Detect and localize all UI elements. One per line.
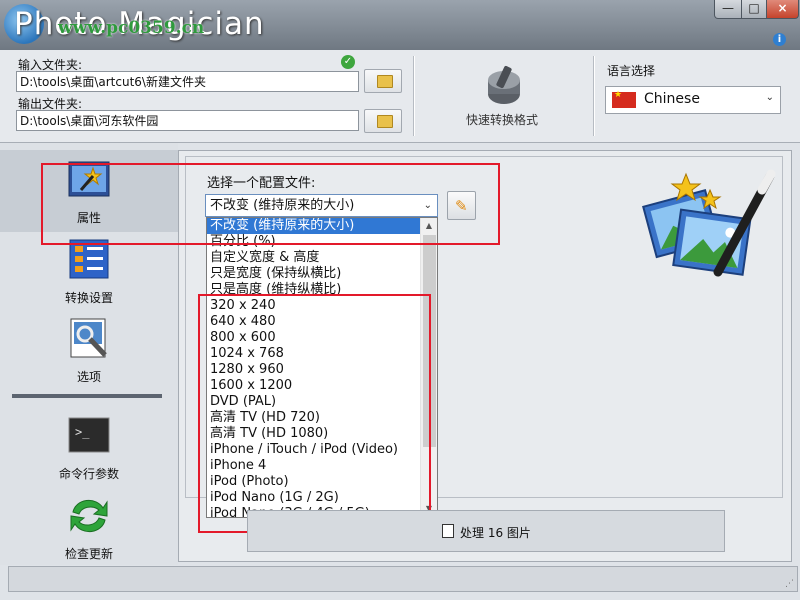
folder-icon [377,115,393,128]
check-update-icon [70,499,108,533]
maximize-button[interactable]: □ [741,0,767,19]
language-value: Chinese [644,91,700,107]
divider [593,56,595,136]
options-magnifier-icon [70,318,107,358]
sidebar-item-label: 转换设置 [64,291,113,305]
process-icon [442,524,454,538]
browse-output-folder-button[interactable] [364,109,402,133]
quick-convert-label[interactable]: 快速转换格式 [466,111,538,128]
close-button[interactable]: × [766,0,799,19]
sidebar-item-check-update[interactable]: 检查更新 [0,494,178,562]
list-item[interactable]: 只是宽度 (保持纵横比) [207,266,423,282]
quick-convert-icon[interactable] [482,64,526,108]
process-images-button[interactable]: 处理 16 图片 [247,510,725,552]
help-info-icon[interactable]: i [773,33,786,46]
photo-magic-wand-icon [642,169,776,277]
sidebar-item-options[interactable]: 选项 [0,317,178,385]
language-label: 语言选择 [607,64,656,78]
browse-input-folder-button[interactable] [364,69,402,93]
resize-grip-icon[interactable]: ⋰ [785,579,794,589]
watermark-text: www.pc0359.cn [58,18,205,38]
divider [413,56,415,136]
minimize-button[interactable]: — [714,0,742,19]
process-label: 处理 16 图片 [460,526,531,540]
output-folder-field[interactable]: D:\tools\桌面\河东软件园 [16,110,359,131]
sidebar-item-command-line[interactable]: >_ 命令行参数 [0,414,178,482]
sidebar-item-label: 选项 [76,370,101,384]
annotation-box-list [198,294,431,533]
status-bar: ⋰ [8,566,798,592]
sidebar-divider [12,394,162,398]
svg-text:>_: >_ [75,425,90,439]
input-folder-field[interactable]: D:\tools\桌面\artcut6\新建文件夹 [16,71,359,92]
sidebar-item-label: 检查更新 [64,547,113,561]
sidebar-item-label: 命令行参数 [58,467,119,481]
china-flag-icon [612,90,636,108]
list-item[interactable]: 自定义宽度 & 高度 [207,250,423,266]
check-icon: ✓ [341,55,355,69]
chevron-down-icon: ⌄ [765,92,774,103]
language-select[interactable]: Chinese ⌄ [605,86,781,114]
annotation-box-top [41,163,500,245]
folder-icon [377,75,393,88]
sidebar-item-conversion-settings[interactable]: 转换设置 [0,238,178,306]
command-line-icon: >_ [68,417,110,453]
